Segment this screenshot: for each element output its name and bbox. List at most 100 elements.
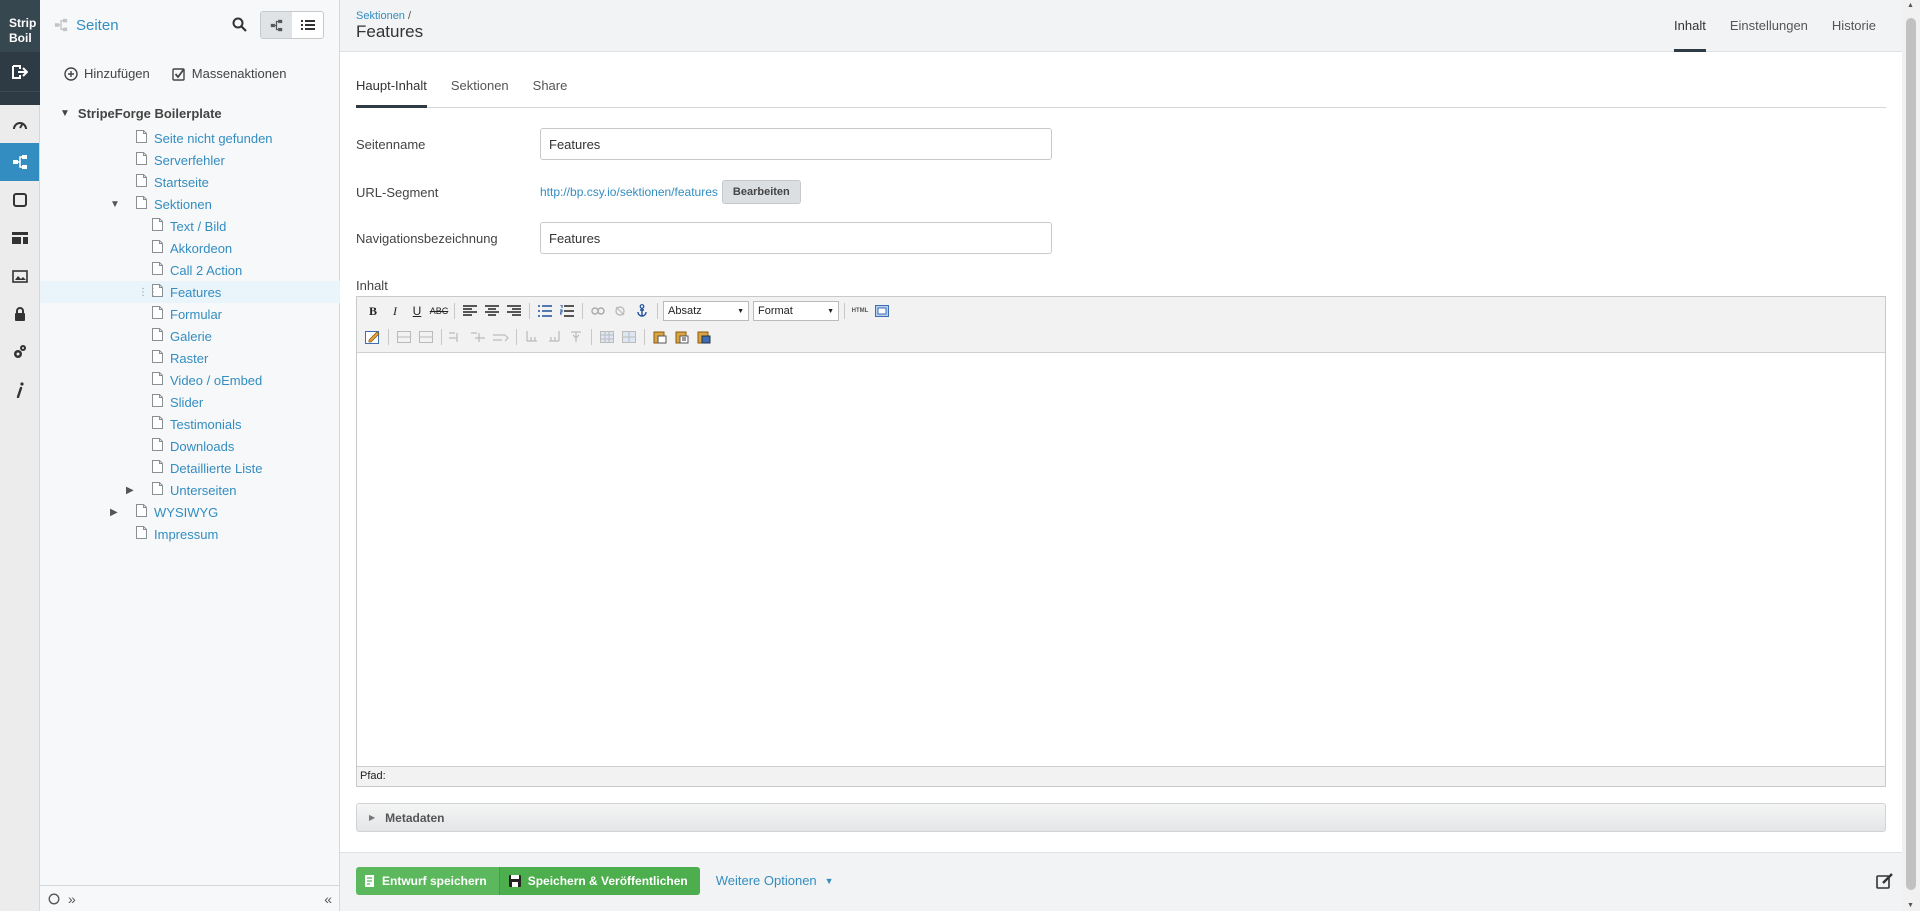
expand-arrow-icon[interactable]: ▶ <box>126 485 134 496</box>
tree-item[interactable]: Slider <box>40 391 340 413</box>
tree-item[interactable]: Text / Bild <box>40 215 340 237</box>
circle-icon[interactable] <box>48 893 60 905</box>
paste-text-button[interactable] <box>672 327 692 347</box>
tree-item-label: Impressum <box>154 526 219 542</box>
draft-icon <box>365 875 374 887</box>
toolbar-separator <box>844 303 845 319</box>
rail-layout[interactable] <box>0 219 39 257</box>
table-row-after-button[interactable] <box>416 327 436 347</box>
tree-item[interactable]: ▶ WYSIWYG <box>40 501 340 523</box>
breadcrumb-link[interactable]: Sektionen <box>356 10 405 22</box>
tree-item[interactable]: Testimonials <box>40 413 340 435</box>
rail-help[interactable] <box>0 371 39 409</box>
page-scrollbar[interactable]: ▲ ▼ <box>1902 0 1920 911</box>
align-center-button[interactable] <box>482 301 502 321</box>
app-logo[interactable]: Strip Boil <box>0 0 40 52</box>
pagename-input[interactable] <box>540 128 1052 160</box>
fullscreen-button[interactable] <box>872 301 892 321</box>
html-source-button[interactable]: HTML <box>850 301 870 321</box>
block-format-select[interactable]: Absatz ▼ <box>663 301 749 321</box>
table-col-after-button[interactable] <box>544 327 564 347</box>
drag-handle-icon[interactable]: ⋮⋮ <box>138 287 158 298</box>
bullet-list-button[interactable] <box>535 301 555 321</box>
tree-item[interactable]: Serverfehler <box>40 149 340 171</box>
insert-media-button[interactable] <box>363 327 383 347</box>
rail-settings[interactable] <box>0 333 39 371</box>
style-format-select[interactable]: Format ▼ <box>753 301 839 321</box>
content-tab[interactable]: Haupt-Inhalt <box>356 70 427 108</box>
tree-item[interactable]: Detaillierte Liste <box>40 457 340 479</box>
italic-button[interactable]: I <box>385 301 405 321</box>
align-right-button[interactable] <box>504 301 524 321</box>
header-tab[interactable]: Einstellungen <box>1718 0 1820 52</box>
table-row-before-button[interactable] <box>394 327 414 347</box>
scrollbar-thumb[interactable] <box>1906 18 1916 890</box>
scroll-up-arrow-icon[interactable]: ▲ <box>1907 2 1914 9</box>
url-edit-button[interactable]: Bearbeiten <box>721 180 801 204</box>
table-props-button[interactable] <box>597 327 617 347</box>
tree-item[interactable]: ⋮⋮ Features <box>40 281 340 303</box>
collapse-panel-button[interactable]: « <box>324 891 332 907</box>
tree-item[interactable]: Downloads <box>40 435 340 457</box>
link-button[interactable] <box>588 301 608 321</box>
tree-item[interactable]: Video / oEmbed <box>40 369 340 391</box>
add-page-button[interactable]: Hinzufügen <box>64 66 150 81</box>
numbered-list-button[interactable] <box>557 301 577 321</box>
rail-sitetree[interactable] <box>0 143 39 181</box>
tree-item[interactable]: ▼ Sektionen <box>40 193 340 215</box>
save-publish-button[interactable]: Speichern & Veröffentlichen <box>499 867 700 895</box>
header-tab[interactable]: Inhalt <box>1662 0 1718 52</box>
tree-search-button[interactable] <box>232 17 247 35</box>
gears-icon <box>13 345 26 358</box>
table-split-button[interactable] <box>447 327 467 347</box>
paste-button[interactable] <box>650 327 670 347</box>
tree-item[interactable]: Impressum <box>40 523 340 545</box>
tree-item[interactable]: Seite nicht gefunden <box>40 127 340 149</box>
page-icon-wrap <box>136 130 147 146</box>
save-draft-button[interactable]: Entwurf speichern <box>356 867 500 895</box>
page-icon-wrap <box>152 416 163 432</box>
header-tab[interactable]: Historie <box>1820 0 1888 52</box>
tree-item[interactable]: Formular <box>40 303 340 325</box>
table-delete-col-button[interactable] <box>566 327 586 347</box>
align-left-button[interactable] <box>460 301 480 321</box>
expand-panel-button[interactable]: » <box>68 891 76 907</box>
tree-item[interactable]: Call 2 Action <box>40 259 340 281</box>
tree-item[interactable]: ▶ Unterseiten <box>40 479 340 501</box>
editor-content-area[interactable] <box>357 353 1885 766</box>
anchor-button[interactable] <box>632 301 652 321</box>
table-cell-props-button[interactable] <box>619 327 639 347</box>
tree-item[interactable]: Raster <box>40 347 340 369</box>
bold-button[interactable]: B <box>363 301 383 321</box>
tree-item[interactable]: Galerie <box>40 325 340 347</box>
rail-security[interactable] <box>0 295 39 333</box>
logout-button[interactable] <box>0 52 40 92</box>
rail-blocks[interactable] <box>0 181 39 219</box>
bulk-actions-button[interactable]: Massenaktionen <box>172 66 286 81</box>
scroll-down-arrow-icon[interactable]: ▼ <box>1907 902 1914 909</box>
table-merge-button[interactable] <box>469 327 489 347</box>
paste-word-button[interactable] <box>694 327 714 347</box>
tree-root[interactable]: ▼ StripeForge Boilerplate <box>60 106 222 121</box>
list-view-button[interactable] <box>292 12 323 38</box>
rail-dashboard[interactable] <box>0 105 39 143</box>
rail-files[interactable] <box>0 257 39 295</box>
tree-item[interactable]: Startseite <box>40 171 340 193</box>
underline-button[interactable]: U <box>407 301 427 321</box>
unlink-button[interactable] <box>610 301 630 321</box>
collapse-arrow-icon[interactable]: ▼ <box>60 108 70 119</box>
more-options-button[interactable]: Weitere Optionen ▼ <box>716 867 834 895</box>
expand-arrow-icon[interactable]: ▶ <box>110 507 118 518</box>
preview-edit-button[interactable] <box>1876 873 1894 892</box>
navlabel-input[interactable] <box>540 222 1052 254</box>
metadata-toggle[interactable]: ▶ Metadaten <box>356 803 1886 832</box>
tree-view-button[interactable] <box>261 12 292 38</box>
tree-item[interactable]: Akkordeon <box>40 237 340 259</box>
table-col-before-button[interactable] <box>522 327 542 347</box>
content-tab[interactable]: Sektionen <box>451 70 509 107</box>
strikethrough-button[interactable]: ABC <box>429 301 449 321</box>
table-delete-row-button[interactable] <box>491 327 511 347</box>
collapse-arrow-icon[interactable]: ▼ <box>110 199 120 210</box>
content-tab[interactable]: Share <box>533 70 568 107</box>
url-link[interactable]: http://bp.csy.io/sektionen/features <box>540 185 718 199</box>
